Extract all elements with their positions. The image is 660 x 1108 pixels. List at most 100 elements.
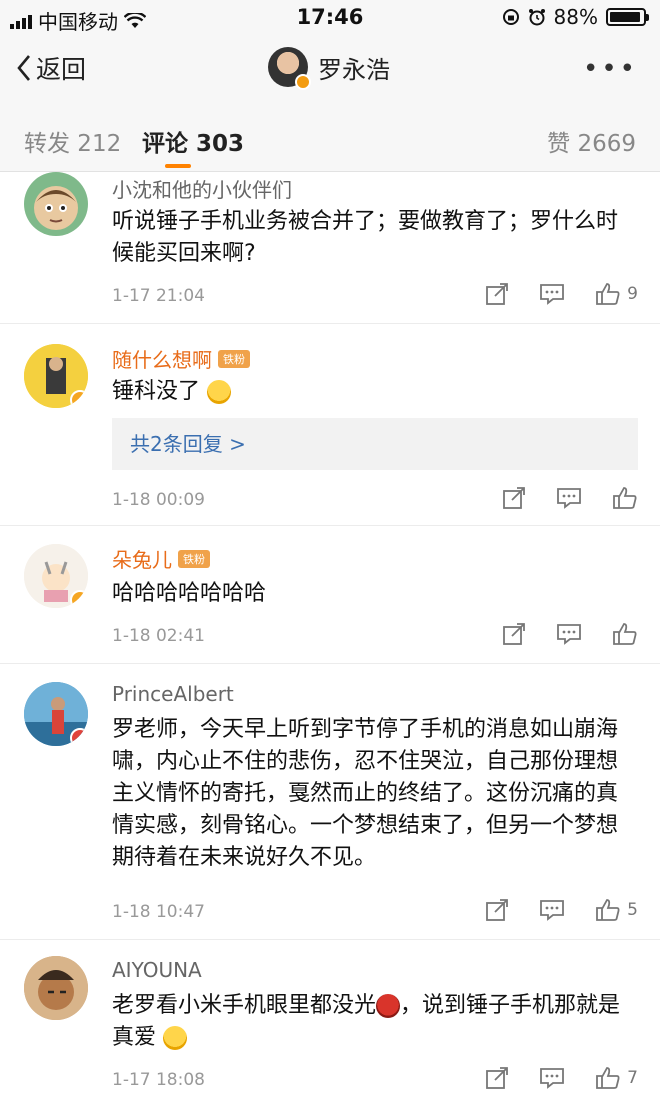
comment-text: 罗老师，今天早上听到字节停了手机的消息如山崩海啸，内心止不住的悲伤，忍不住哭泣，… — [112, 717, 619, 870]
comment-icon — [540, 900, 565, 921]
like-count: 5 — [627, 900, 638, 920]
like-button[interactable]: 9 — [595, 282, 638, 306]
repost-button[interactable] — [485, 898, 509, 922]
comment-text: 老罗看小米手机眼里都没光 ，说到锤子手机那就是真爱 — [112, 990, 636, 1054]
like-count: 9 — [627, 284, 638, 304]
thumbs-up-icon — [596, 283, 620, 305]
comment-username[interactable]: PrinceAlbert — [112, 682, 234, 706]
repost-button[interactable] — [502, 622, 526, 646]
fan-badge: 铁粉 — [218, 349, 250, 368]
repost-button[interactable] — [485, 1066, 509, 1090]
list-item: PrinceAlbert 罗老师，今天早上听到字节停了手机的消息如山崩海啸，内心… — [0, 664, 660, 940]
comment-icon — [540, 284, 565, 305]
battery-icon — [606, 8, 649, 26]
comment-username[interactable]: AIYOUNA — [112, 958, 202, 982]
cartoon-avatar-icon — [24, 956, 88, 1020]
drooling-emoji-icon — [163, 1026, 188, 1050]
view-replies-link[interactable]: 共2条回复 > — [112, 418, 638, 470]
avatar[interactable] — [24, 172, 88, 236]
username-text: 朵兔儿 — [112, 548, 172, 572]
avatar[interactable] — [24, 344, 88, 408]
comment-text: 听说锤子手机业务被合并了；要做教育了；罗什么时候能买回来啊? — [112, 209, 619, 266]
share-icon — [486, 1067, 509, 1089]
repost-button[interactable] — [502, 486, 526, 510]
comment-time: 1-18 02:41 — [112, 626, 205, 646]
username-text: 随什么想啊 — [112, 348, 212, 372]
list-item: AIYOUNA 老罗看小米手机眼里都没光 ，说到锤子手机那就是真爱 1-17 18… — [0, 940, 660, 1108]
thumbs-up-icon — [596, 899, 620, 921]
comment-username[interactable]: 朵兔儿 铁粉 — [112, 544, 210, 573]
repost-button[interactable] — [485, 282, 509, 306]
status-bar: 中国移动 17:46 88% — [0, 0, 660, 34]
more-options-icon[interactable]: ••• — [583, 54, 638, 84]
comment-time: 1-17 18:08 — [112, 1070, 205, 1090]
avatar[interactable] — [24, 956, 88, 1020]
nav-profile[interactable]: 罗永浩 — [268, 47, 390, 90]
status-right: 88% — [502, 5, 649, 29]
comment-text-content: 锤科没了 — [112, 379, 201, 404]
avatar[interactable] — [24, 544, 88, 608]
reply-button[interactable] — [539, 1066, 565, 1090]
list-item: 小沈和他的小伙伴们 听说锤子手机业务被合并了；要做教育了；罗什么时候能买回来啊?… — [0, 172, 660, 324]
comment-icon — [540, 1068, 565, 1089]
like-button[interactable]: 7 — [595, 1066, 638, 1090]
comment-username[interactable]: 小沈和他的小伙伴们 — [112, 174, 292, 203]
star-badge-icon — [70, 728, 88, 746]
angry-bird-emoji-icon — [376, 994, 401, 1018]
comment-actions: 9 — [485, 282, 638, 306]
rotation-lock-icon — [502, 9, 519, 25]
comment-actions: 7 — [485, 1066, 638, 1090]
comment-text: 锤科没了 — [112, 376, 636, 408]
comment-text: 哈哈哈哈哈哈哈 — [112, 581, 267, 606]
thumbs-up-icon — [596, 1067, 620, 1089]
comment-time: 1-17 21:04 — [112, 286, 205, 306]
battery-percent: 88% — [553, 5, 598, 29]
share-icon — [503, 487, 525, 509]
comment-actions — [502, 622, 638, 646]
fan-badge: 铁粉 — [178, 549, 210, 568]
share-icon — [503, 623, 525, 645]
comment-actions — [502, 486, 638, 510]
crying-emoji-icon — [207, 380, 232, 404]
reply-button[interactable] — [556, 622, 582, 646]
like-button[interactable] — [612, 486, 638, 510]
reply-button[interactable] — [539, 282, 565, 306]
comment-text-part-1: 老罗看小米手机眼里都没光 — [112, 993, 377, 1018]
list-item: 朵兔儿 铁粉 哈哈哈哈哈哈哈 1-18 02:41 — [0, 526, 660, 664]
comment-username[interactable]: 随什么想啊 铁粉 — [112, 344, 250, 373]
comment-icon — [557, 488, 581, 509]
reply-button[interactable] — [556, 486, 582, 510]
comment-icon — [557, 624, 581, 645]
like-button[interactable] — [612, 622, 638, 646]
like-button[interactable]: 5 — [595, 898, 638, 922]
tab-comments[interactable]: 评论 303 — [142, 124, 244, 158]
username-text: 小沈和他的小伙伴们 — [112, 178, 292, 202]
comment-time: 1-18 00:09 — [112, 490, 205, 510]
thumbs-up-icon — [613, 487, 637, 509]
tab-repost[interactable]: 转发 212 — [24, 124, 121, 158]
share-icon — [486, 899, 509, 921]
share-icon — [486, 283, 509, 305]
thumbs-up-icon — [613, 623, 637, 645]
tab-likes[interactable]: 赞 2669 — [547, 124, 636, 158]
tab-bar: 转发 212 评论 303 赞 2669 — [0, 102, 660, 172]
nav-bar: 返回 罗永浩 ••• — [0, 34, 660, 102]
back-label: 返回 — [36, 55, 87, 84]
list-item: 随什么想啊 铁粉 锤科没了 共2条回复 > 1-18 00:09 — [0, 324, 660, 526]
cartoon-face-icon — [34, 186, 78, 230]
reply-button[interactable] — [539, 898, 565, 922]
verified-badge-icon — [70, 390, 88, 408]
alarm-icon — [528, 9, 545, 26]
nav-title: 罗永浩 — [318, 55, 390, 84]
tab-active-indicator — [165, 164, 191, 168]
back-button[interactable]: 返回 — [16, 50, 86, 86]
username-text: AIYOUNA — [112, 958, 202, 982]
verified-badge-icon — [295, 74, 311, 90]
comment-time: 1-18 10:47 — [112, 902, 205, 922]
verified-badge-icon — [70, 590, 88, 608]
comment-actions: 5 — [485, 898, 638, 922]
like-count: 7 — [627, 1068, 638, 1088]
chevron-left-icon — [17, 55, 30, 81]
avatar[interactable] — [24, 682, 88, 746]
username-text: PrinceAlbert — [112, 682, 234, 706]
